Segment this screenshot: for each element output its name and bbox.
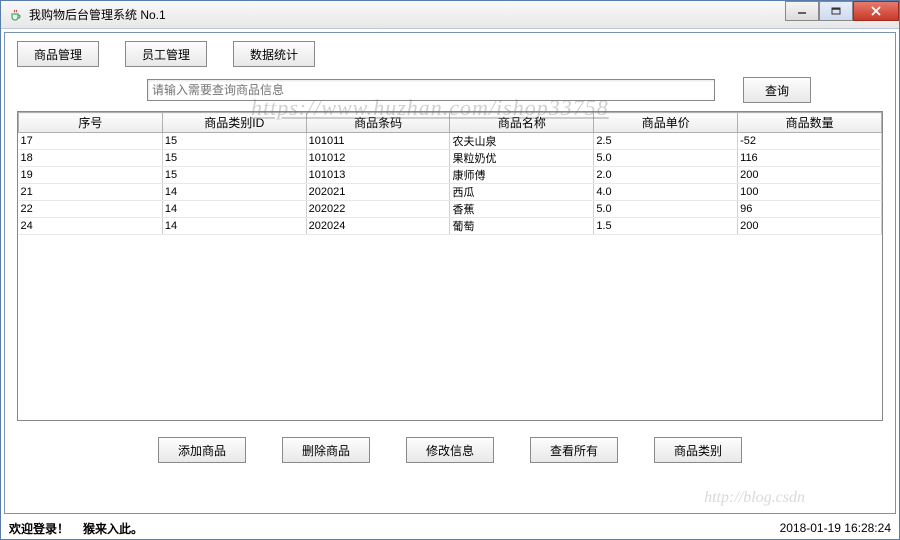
query-button[interactable]: 查询 xyxy=(743,77,811,103)
table-cell[interactable]: 5.0 xyxy=(594,201,738,218)
table-cell[interactable]: 果粒奶优 xyxy=(450,150,594,167)
table-cell[interactable]: 5.0 xyxy=(594,150,738,167)
col-barcode[interactable]: 商品条码 xyxy=(306,113,450,133)
add-product-button[interactable]: 添加商品 xyxy=(158,437,246,463)
content-panel: 商品管理 员工管理 数据统计 查询 https://www.huzhan.com… xyxy=(4,32,896,514)
col-unit-price[interactable]: 商品单价 xyxy=(594,113,738,133)
app-window: 我购物后台管理系统 No.1 商品管理 员工管理 数据统计 查询 https:/… xyxy=(0,0,900,540)
watermark-blog: http://blog.csdn xyxy=(704,489,805,507)
table-cell[interactable]: 22 xyxy=(19,201,163,218)
col-category-id[interactable]: 商品类别ID xyxy=(162,113,306,133)
table-cell[interactable]: 14 xyxy=(162,184,306,201)
search-input[interactable] xyxy=(147,79,715,101)
table-cell[interactable]: 4.0 xyxy=(594,184,738,201)
table-cell[interactable]: 21 xyxy=(19,184,163,201)
table-row[interactable]: 1715101011农夫山泉2.5-52 xyxy=(19,133,882,150)
table-cell[interactable]: 100 xyxy=(738,184,882,201)
table-row[interactable]: 2214202022香蕉5.096 xyxy=(19,201,882,218)
table-cell[interactable]: 15 xyxy=(162,150,306,167)
maximize-button[interactable] xyxy=(819,1,853,21)
table-cell[interactable]: 202022 xyxy=(306,201,450,218)
status-welcome: 欢迎登录！ xyxy=(9,520,69,537)
table-cell[interactable]: 康师傅 xyxy=(450,167,594,184)
table-cell[interactable]: 2.0 xyxy=(594,167,738,184)
col-serial[interactable]: 序号 xyxy=(19,113,163,133)
table-cell[interactable]: 15 xyxy=(162,133,306,150)
window-title: 我购物后台管理系统 No.1 xyxy=(29,6,893,23)
top-tabs: 商品管理 员工管理 数据统计 xyxy=(17,41,883,67)
search-row: 查询 xyxy=(17,77,883,103)
titlebar: 我购物后台管理系统 No.1 xyxy=(1,1,899,29)
tab-data-statistics[interactable]: 数据统计 xyxy=(233,41,315,67)
table-cell[interactable]: 农夫山泉 xyxy=(450,133,594,150)
modify-info-button[interactable]: 修改信息 xyxy=(406,437,494,463)
table-cell[interactable]: 116 xyxy=(738,150,882,167)
tab-employee-management[interactable]: 员工管理 xyxy=(125,41,207,67)
view-all-button[interactable]: 查看所有 xyxy=(530,437,618,463)
table-cell[interactable]: 101011 xyxy=(306,133,450,150)
table-cell[interactable]: 17 xyxy=(19,133,163,150)
status-here: 猴来入此。 xyxy=(83,520,143,537)
table-cell[interactable]: 14 xyxy=(162,201,306,218)
table-cell[interactable]: 19 xyxy=(19,167,163,184)
table-cell[interactable]: 14 xyxy=(162,218,306,235)
close-button[interactable] xyxy=(853,1,899,21)
delete-product-button[interactable]: 删除商品 xyxy=(282,437,370,463)
table-cell[interactable]: 101013 xyxy=(306,167,450,184)
table-cell[interactable]: 1.5 xyxy=(594,218,738,235)
statusbar: 欢迎登录！ 猴来入此。 2018-01-19 16:28:24 xyxy=(1,517,899,539)
table-cell[interactable]: 200 xyxy=(738,218,882,235)
table-cell[interactable]: 202021 xyxy=(306,184,450,201)
table-row[interactable]: 1815101012果粒奶优5.0116 xyxy=(19,150,882,167)
table-cell[interactable]: -52 xyxy=(738,133,882,150)
product-table-container: 序号 商品类别ID 商品条码 商品名称 商品单价 商品数量 1715101011… xyxy=(17,111,883,421)
table-cell[interactable]: 200 xyxy=(738,167,882,184)
table-cell[interactable]: 18 xyxy=(19,150,163,167)
table-cell[interactable]: 24 xyxy=(19,218,163,235)
table-row[interactable]: 1915101013康师傅2.0200 xyxy=(19,167,882,184)
table-cell[interactable]: 葡萄 xyxy=(450,218,594,235)
tab-product-management[interactable]: 商品管理 xyxy=(17,41,99,67)
table-row[interactable]: 2114202021西瓜4.0100 xyxy=(19,184,882,201)
table-cell[interactable]: 2.5 xyxy=(594,133,738,150)
col-product-name[interactable]: 商品名称 xyxy=(450,113,594,133)
col-quantity[interactable]: 商品数量 xyxy=(738,113,882,133)
table-cell[interactable]: 西瓜 xyxy=(450,184,594,201)
window-controls xyxy=(785,1,899,21)
table-cell[interactable]: 101012 xyxy=(306,150,450,167)
table-header-row: 序号 商品类别ID 商品条码 商品名称 商品单价 商品数量 xyxy=(19,113,882,133)
table-cell[interactable]: 15 xyxy=(162,167,306,184)
product-table[interactable]: 序号 商品类别ID 商品条码 商品名称 商品单价 商品数量 1715101011… xyxy=(18,112,882,235)
java-icon xyxy=(7,7,23,23)
table-cell[interactable]: 96 xyxy=(738,201,882,218)
action-buttons: 添加商品 删除商品 修改信息 查看所有 商品类别 xyxy=(17,437,883,463)
minimize-button[interactable] xyxy=(785,1,819,21)
table-cell[interactable]: 香蕉 xyxy=(450,201,594,218)
product-category-button[interactable]: 商品类别 xyxy=(654,437,742,463)
status-timestamp: 2018-01-19 16:28:24 xyxy=(780,521,891,535)
table-cell[interactable]: 202024 xyxy=(306,218,450,235)
table-row[interactable]: 2414202024葡萄1.5200 xyxy=(19,218,882,235)
